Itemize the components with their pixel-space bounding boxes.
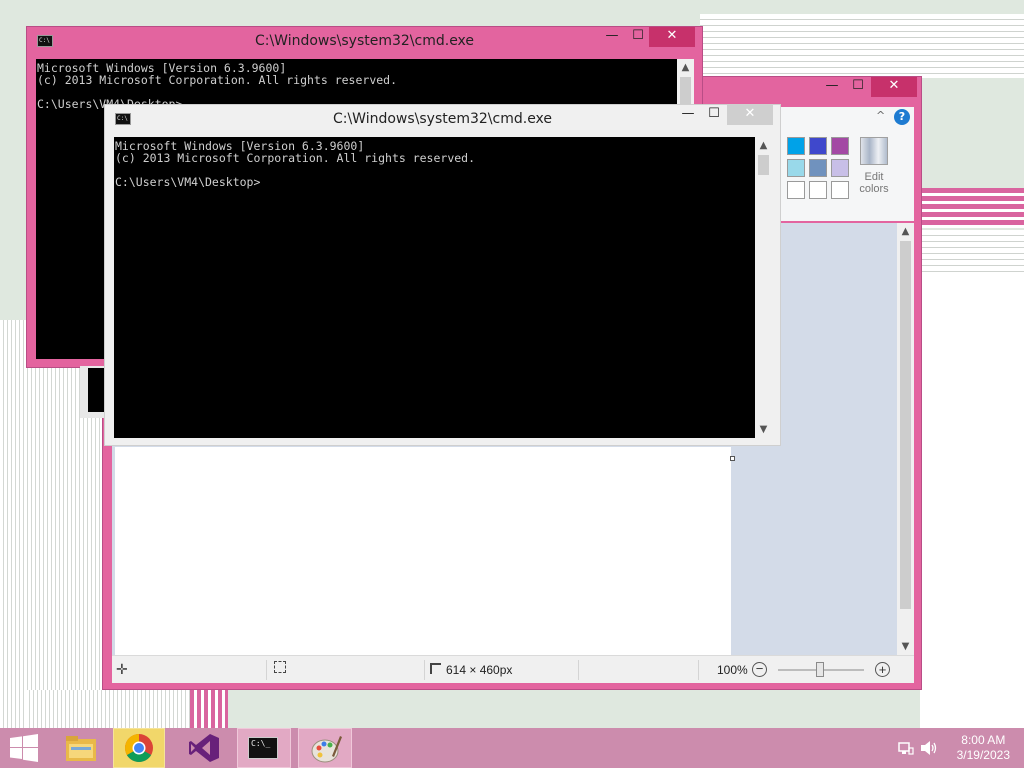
console-line: C:\Users\VM4\Desktop>	[115, 175, 261, 189]
taskbar-chrome[interactable]	[113, 728, 165, 768]
palette-color-swatch[interactable]	[809, 137, 827, 155]
palette-color-swatch[interactable]	[809, 181, 827, 199]
cmd-front-console[interactable]: Microsoft Windows [Version 6.3.9600] (c) …	[114, 137, 755, 438]
paint-close-button[interactable]: ✕	[871, 77, 917, 97]
palette-color-swatch[interactable]	[809, 159, 827, 177]
scroll-up-arrow-icon[interactable]: ▲	[897, 223, 914, 240]
palette-color-swatch[interactable]	[787, 181, 805, 199]
clock-time: 8:00 AM	[961, 733, 1006, 747]
help-label: ?	[898, 110, 906, 123]
zoom-in-icon[interactable]: +	[875, 662, 890, 677]
folder-icon	[66, 736, 96, 761]
taskbar-visual-studio[interactable]	[180, 728, 228, 768]
paint-canvas[interactable]	[115, 447, 731, 655]
status-separator	[266, 660, 267, 680]
cmd-front-scrollbar[interactable]: ▲ ▼	[755, 137, 772, 438]
paint-minimize-button[interactable]: —	[819, 77, 845, 97]
help-button[interactable]: ?	[894, 109, 910, 125]
cmd-front-maximize-button[interactable]: ☐	[701, 105, 727, 125]
visual-studio-icon	[189, 734, 219, 762]
cmd-front-minimize-button[interactable]: —	[675, 105, 701, 125]
move-cursor-icon: ✛	[116, 661, 128, 677]
zoom-out-icon[interactable]: −	[752, 662, 767, 677]
console-line: (c) 2013 Microsoft Corporation. All righ…	[115, 151, 476, 165]
system-clock[interactable]: 8:00 AM 3/19/2023	[957, 733, 1010, 763]
palette-color-swatch[interactable]	[831, 181, 849, 199]
cmd-taskbar-icon: C:\_	[248, 737, 278, 759]
taskbar-paint[interactable]	[298, 728, 352, 768]
edit-colors-label-1: Edit	[864, 171, 884, 183]
scroll-thumb[interactable]	[758, 155, 769, 175]
cmd-taskbar-icon-text: C:\_	[251, 739, 271, 748]
canvas-resize-handle[interactable]	[730, 456, 735, 461]
palette-color-swatch[interactable]	[787, 137, 805, 155]
paint-status-bar: ✛ 614 × 460px 100% − +	[112, 655, 914, 683]
ribbon-collapse-button[interactable]: ^	[876, 109, 885, 122]
cmd-back-minimize-button[interactable]: —	[599, 27, 625, 47]
cmd-back-titlebar[interactable]: C:\ C:\Windows\system32\cmd.exe — ☐ ✕	[27, 27, 702, 55]
palette-color-swatch[interactable]	[831, 137, 849, 155]
network-icon[interactable]	[898, 740, 914, 756]
taskbar: C:\_ 8:00 AM 3/19/2023	[0, 728, 1024, 768]
taskbar-file-explorer[interactable]	[58, 728, 104, 768]
desktop-artifact-topright	[700, 14, 1024, 78]
windows-logo-icon	[10, 734, 38, 762]
edit-colors-button[interactable]: Edit colors	[852, 137, 896, 203]
paint-maximize-button[interactable]: ☐	[845, 77, 871, 97]
selection-icon	[274, 661, 286, 673]
taskbar-cmd[interactable]: C:\_	[237, 728, 291, 768]
desktop-artifact-pink-right	[920, 188, 1024, 228]
zoom-level: 100%	[717, 663, 748, 677]
start-button[interactable]	[0, 728, 48, 768]
paint-palette-icon	[311, 736, 342, 763]
status-separator	[578, 660, 579, 680]
window-remnant	[80, 366, 104, 418]
desktop-white-area	[920, 272, 1024, 728]
scroll-thumb[interactable]	[680, 77, 691, 107]
scroll-down-arrow-icon[interactable]: ▼	[897, 638, 914, 655]
scroll-down-arrow-icon[interactable]: ▼	[755, 421, 772, 438]
window-remnant-black	[88, 368, 104, 412]
cmd-window-front[interactable]: C:\ C:\Windows\system32\cmd.exe — ☐ ✕ Mi…	[104, 104, 781, 446]
zoom-slider-thumb[interactable]	[816, 662, 824, 677]
status-separator	[424, 660, 425, 680]
edit-colors-label-2: colors	[859, 183, 889, 195]
scroll-up-arrow-icon[interactable]: ▲	[677, 59, 694, 76]
clock-date: 3/19/2023	[956, 748, 1010, 762]
palette-color-swatch[interactable]	[787, 159, 805, 177]
volume-icon[interactable]	[920, 740, 938, 756]
paint-vertical-scrollbar[interactable]: ▲ ▼	[897, 223, 914, 655]
cmd-front-close-button[interactable]: ✕	[727, 105, 773, 125]
palette-color-swatch[interactable]	[831, 159, 849, 177]
desktop-artifact-pink	[190, 690, 228, 728]
cmd-back-maximize-button[interactable]: ☐	[625, 27, 651, 47]
cmd-back-close-button[interactable]: ✕	[649, 27, 695, 47]
console-line: (c) 2013 Microsoft Corporation. All righ…	[37, 73, 398, 87]
canvas-dimensions: 614 × 460px	[446, 663, 513, 677]
edit-colors-icon	[860, 137, 888, 165]
status-separator	[698, 660, 699, 680]
canvas-size-icon	[430, 663, 441, 674]
scroll-up-arrow-icon[interactable]: ▲	[755, 137, 772, 154]
desktop-artifact-right	[920, 230, 1024, 272]
chrome-icon	[125, 734, 153, 762]
scroll-thumb[interactable]	[900, 241, 911, 609]
cmd-front-titlebar[interactable]: C:\ C:\Windows\system32\cmd.exe — ☐ ✕	[105, 105, 780, 133]
